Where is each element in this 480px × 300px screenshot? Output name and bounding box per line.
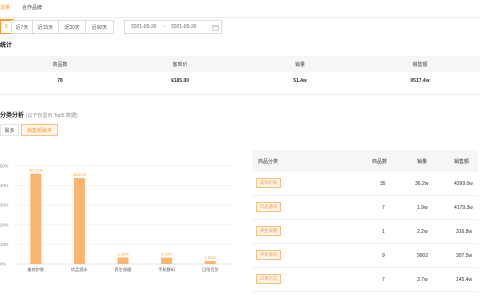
analysis-subtitle: (以下仅显示 Top5 数据)	[25, 113, 78, 119]
calendar-icon[interactable]	[212, 24, 219, 31]
th-revenue: 销售额	[454, 159, 470, 165]
tab-traffic-label: 流量	[0, 5, 11, 11]
stats-section-title: 统计	[0, 43, 13, 49]
toggle-most-count[interactable]: 最多	[0, 124, 19, 136]
toggle-most-count-label: 最多	[4, 127, 15, 134]
cell-count: 35	[380, 181, 386, 187]
category-tag[interactable]: 日用百货	[256, 274, 282, 284]
analysis-title: 分类分析	[0, 113, 25, 119]
cell-revenue: 307.5w	[456, 253, 473, 259]
y-tick-label: 0%	[0, 262, 6, 267]
cell-sales: 2.2w	[417, 229, 428, 235]
cell-count: 9	[382, 253, 385, 259]
cell-revenue: 4179.3w	[454, 205, 473, 211]
table-row[interactable]: 养生保健 1 2.2w 316.8w	[252, 220, 478, 244]
category-bar-chart: 0% 10% 20% 30% 40% 50% 46.12% 美妆护肤 43.91% 饮品酒水 3.3…	[0, 164, 232, 273]
tab-partner-brands-label: 合作品牌	[22, 5, 43, 11]
toggle-most-revenue-label: 销售额最多	[26, 127, 52, 134]
y-tick-label: 20%	[0, 222, 9, 227]
date-seg-15d[interactable]: 近15天	[32, 20, 59, 34]
bar[interactable]	[117, 257, 129, 264]
date-range-end[interactable]: 2021-05-26	[171, 24, 197, 30]
toggle-most-revenue[interactable]: 销售额最多	[21, 124, 58, 136]
table-header-row: 商品分类 商品数 销量 销售额	[252, 150, 478, 172]
y-tick-label: 50%	[0, 164, 9, 169]
stat-value-revenue: 9517.4w	[410, 78, 430, 84]
date-seg-15d-label: 近15天	[37, 24, 54, 31]
y-tick-label: 40%	[0, 183, 9, 188]
cell-sales: 1.9w	[417, 205, 428, 211]
stat-header-revenue: 销售额	[412, 62, 428, 68]
cell-sales: 36.2w	[415, 181, 429, 187]
tab-divider	[0, 17, 480, 18]
date-seg-90d-label: 近90天	[91, 24, 108, 31]
date-seg-30d-label: 近30天	[64, 24, 80, 31]
tab-traffic[interactable]: 流量	[0, 4, 14, 21]
category-tag[interactable]: 美妆护肤	[256, 178, 282, 188]
cell-sales: 9902	[417, 253, 429, 259]
category-tag[interactable]: 养生保健	[256, 226, 282, 236]
cell-sales: 3.7w	[417, 277, 428, 283]
cell-revenue: 4399.0w	[454, 181, 473, 187]
stats-divider	[0, 94, 480, 95]
cell-count: 7	[382, 205, 385, 211]
cell-revenue: 316.8w	[456, 229, 473, 235]
bar-value-label: 43.91%	[73, 172, 87, 177]
stat-value-products: 78	[57, 78, 63, 84]
stat-value-sales: 51.4w	[293, 78, 307, 84]
table-row[interactable]: 手机数码 9 9902 307.5w	[252, 244, 478, 268]
bar-value-label: 1.53%	[205, 255, 217, 260]
y-tick-label: 30%	[0, 203, 9, 208]
th-count: 商品数	[372, 159, 388, 165]
th-sales: 销量	[417, 159, 428, 165]
stat-header-products: 商品数	[52, 62, 68, 68]
bar[interactable]	[204, 261, 216, 264]
y-tick-label: 10%	[0, 242, 9, 247]
table-row[interactable]: 饮品酒水 7 1.9w 4179.3w	[252, 196, 478, 220]
cell-revenue: 145.4w	[456, 277, 473, 283]
th-category: 商品分类	[258, 159, 279, 165]
bar[interactable]	[73, 177, 85, 264]
bar-value-label: 3.33%	[117, 251, 129, 256]
x-tick-label: 美妆护肤	[27, 266, 45, 273]
bar-value-label: 46.12%	[29, 168, 43, 173]
date-range-picker[interactable]: 2021-05-26 - 2021-05-26	[124, 20, 222, 34]
date-range-separator: -	[164, 24, 166, 30]
category-table: 商品分类 商品数 销量 销售额 美妆护肤 35 36.2w 4399.0w 饮品…	[252, 150, 478, 292]
category-tag[interactable]: 饮品酒水	[256, 202, 282, 212]
analysis-heading: 分类分析 (以下仅显示 Top5 数据)	[0, 110, 78, 119]
x-tick-label: 手机数码	[158, 266, 175, 273]
bar-value-label: 3.23%	[161, 252, 173, 257]
cell-count: 1	[382, 229, 385, 235]
tab-partner-brands[interactable]: 合作品牌	[22, 4, 42, 11]
bar[interactable]	[161, 257, 173, 264]
date-seg-7d[interactable]: 近7天	[11, 20, 33, 34]
bar[interactable]	[30, 173, 42, 264]
tab-bar: 流量 合作品牌	[0, 0, 480, 21]
stat-value-avg-price: ¥185.00	[170, 78, 190, 84]
category-tag[interactable]: 手机数码	[256, 250, 282, 260]
x-tick-label: 日用百货	[202, 266, 219, 273]
stat-header-avg-price: 客单价	[172, 62, 188, 68]
stat-header-sales: 销量	[294, 62, 305, 68]
table-row[interactable]: 美妆护肤 35 36.2w 4399.0w	[252, 172, 478, 196]
date-seg-3-label: 3	[4, 24, 8, 30]
date-seg-7d-label: 近7天	[15, 24, 29, 31]
x-tick-label: 养生保健	[115, 266, 133, 273]
cell-count: 7	[382, 277, 385, 283]
x-tick-label: 饮品酒水	[71, 266, 89, 273]
date-range-start[interactable]: 2021-05-26	[131, 24, 157, 30]
table-row[interactable]: 日用百货 7 3.7w 145.4w	[252, 268, 478, 292]
date-seg-30d[interactable]: 近30天	[58, 20, 86, 34]
date-seg-90d[interactable]: 近90天	[85, 20, 114, 34]
